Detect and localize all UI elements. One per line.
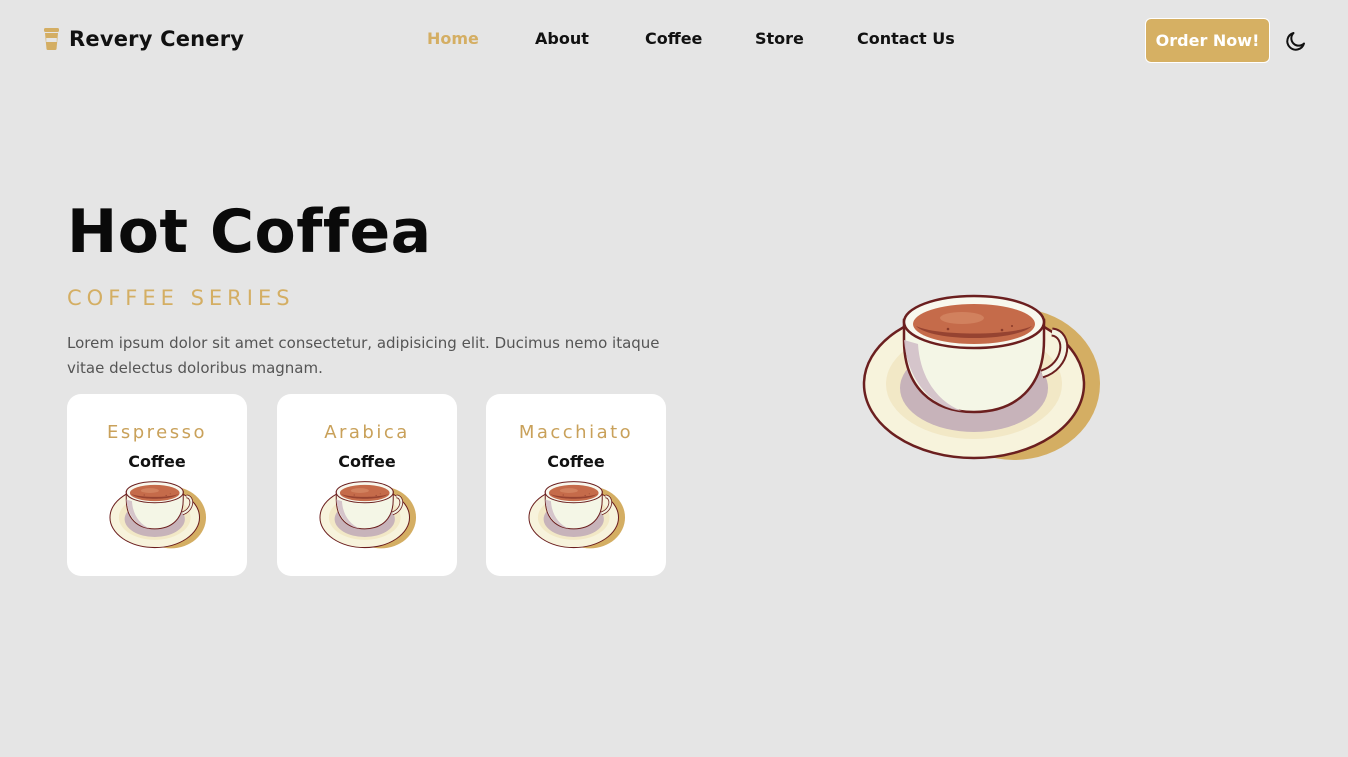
coffee-cup-icon (528, 480, 626, 550)
nav-item-coffee[interactable]: Coffee (645, 29, 702, 48)
coffee-card-espresso[interactable]: Espresso Coffee (67, 394, 247, 576)
coffee-card-arabica[interactable]: Arabica Coffee (277, 394, 457, 576)
coffee-cup-icon (319, 480, 417, 550)
card-type: Coffee (338, 452, 396, 471)
hero-description: Lorem ipsum dolor sit amet consectetur, … (67, 334, 660, 377)
card-type: Coffee (128, 452, 186, 471)
card-name: Espresso (106, 422, 208, 443)
card-name: Arabica (324, 422, 410, 443)
card-name: Macchiato (518, 422, 634, 443)
site-header: Revery Cenery Home About Coffee Store Co… (0, 0, 1348, 82)
coffee-cup-icon (109, 480, 207, 550)
nav-item-contact[interactable]: Contact Us (857, 29, 955, 48)
hero-title: Hot Coffea (67, 197, 432, 267)
order-now-button[interactable]: Order Now! (1145, 18, 1270, 63)
nav-item-about[interactable]: About (535, 29, 589, 48)
nav-item-store[interactable]: Store (755, 29, 804, 48)
nav-item-home[interactable]: Home (427, 29, 479, 48)
moon-icon[interactable] (1284, 29, 1308, 53)
card-type: Coffee (547, 452, 605, 471)
hero-coffee-cup-image (862, 292, 1102, 464)
hero-subtitle: COFFEE SERIES (67, 286, 295, 310)
coffee-card-macchiato[interactable]: Macchiato Coffee (486, 394, 666, 576)
